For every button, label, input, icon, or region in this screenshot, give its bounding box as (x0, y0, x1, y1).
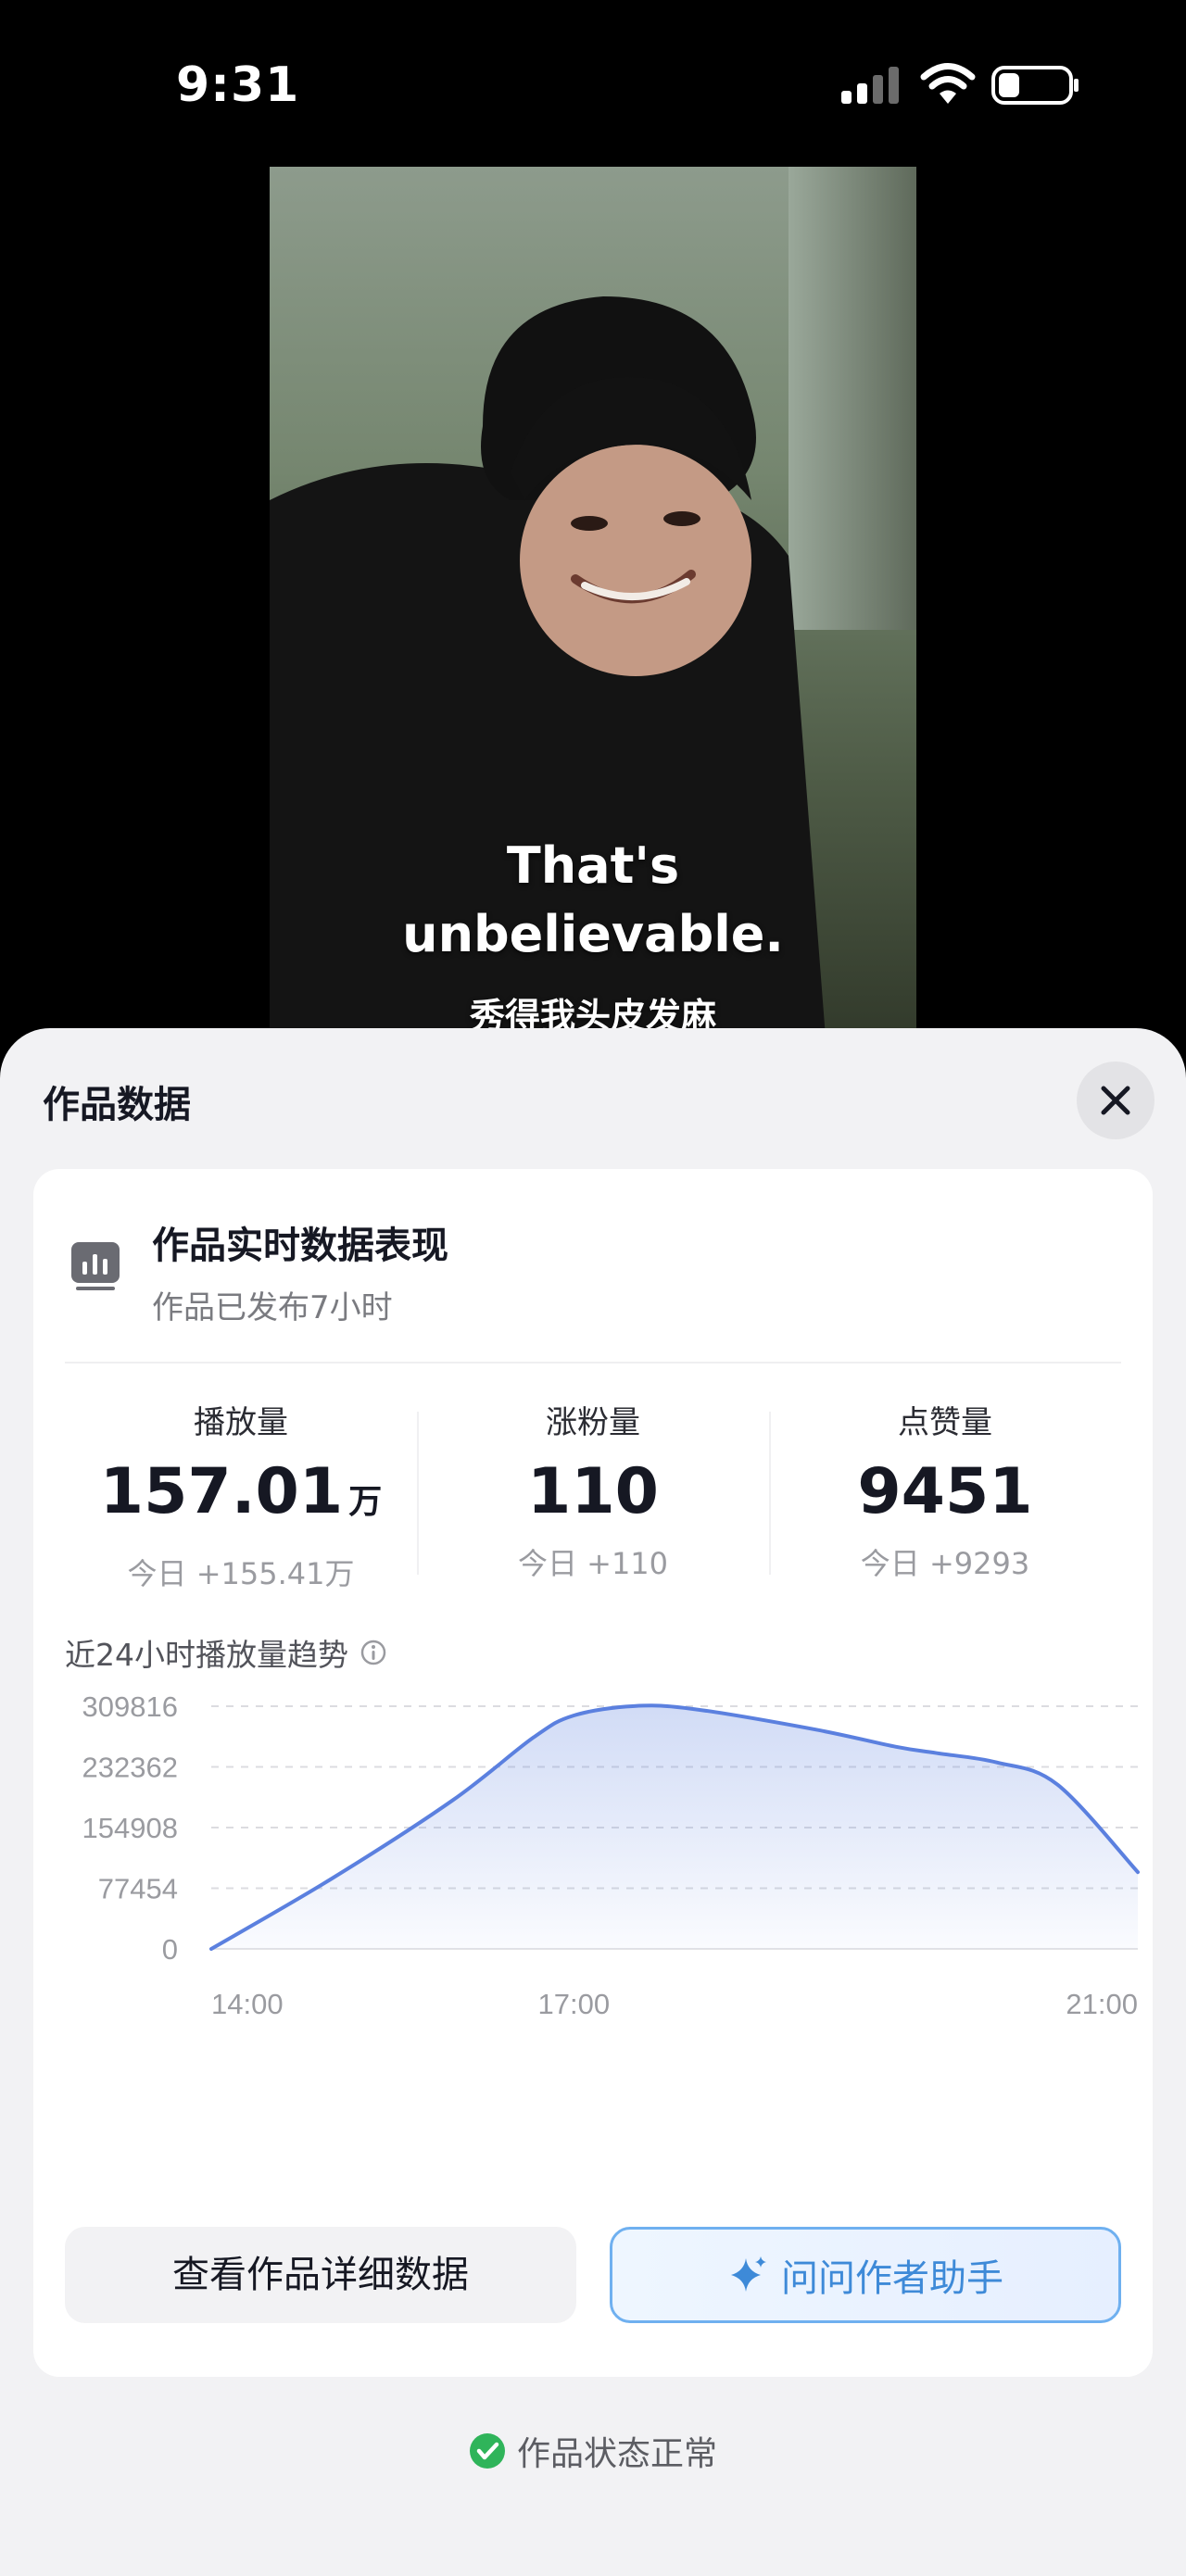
ask-assistant-button[interactable]: 问问作者助手 (610, 2227, 1121, 2323)
caption-line-2: unbelievable. (402, 905, 784, 963)
stats-row: 播放量 157.01 万 今日 +155.41万 涨粉量 110 今日 +110 … (65, 1389, 1121, 1602)
stat-label: 涨粉量 (546, 1404, 640, 1441)
view-details-button[interactable]: 查看作品详细数据 (65, 2227, 576, 2323)
stat-value: 9451 (769, 1455, 1121, 1529)
x-tick-label: 17:00 (538, 1988, 611, 2020)
wifi-icon (920, 63, 976, 104)
y-tick-label: 232362 (82, 1752, 178, 1784)
stat-unit: 万 (348, 1483, 383, 1521)
caption-line-1: That's (506, 836, 680, 895)
stat-today: 今日 +110 (517, 1546, 669, 1581)
signal-icon (841, 67, 899, 104)
y-tick-label: 154908 (82, 1812, 178, 1844)
battery-icon (991, 66, 1079, 105)
stat-number: 9451 (857, 1455, 1033, 1528)
sheet-title: 作品数据 (43, 1084, 191, 1126)
x-tick-label: 14:00 (211, 1988, 284, 2020)
stat-label: 播放量 (194, 1404, 288, 1441)
card-subtitle: 作品已发布7小时 (152, 1289, 393, 1326)
trend-title: 近24小时播放量趋势 (65, 1630, 387, 1675)
ask-assistant-label: 问问作者助手 (781, 2257, 1003, 2300)
trend-title-text: 近24小时播放量趋势 (65, 1637, 348, 1673)
y-tick-label: 77454 (98, 1873, 178, 1905)
status-time: 9:31 (176, 57, 300, 113)
y-tick-label: 309816 (82, 1690, 178, 1723)
close-button[interactable] (1077, 1062, 1154, 1139)
stat-number: 157.01 (99, 1455, 344, 1528)
divider (65, 1362, 1121, 1363)
check-circle-icon (469, 2433, 505, 2469)
stat-plays: 播放量 157.01 万 今日 +155.41万 (65, 1389, 417, 1602)
x-tick-label: 21:00 (1066, 1988, 1138, 2020)
work-status: 作品状态正常 (0, 2427, 1186, 2475)
close-icon (1101, 1086, 1130, 1115)
stat-today: 今日 +9293 (860, 1546, 1030, 1581)
stat-value: 157.01 万 (65, 1455, 417, 1539)
video-preview[interactable]: That's unbelievable. 秀得我头皮发麻 (270, 167, 916, 1037)
trend-chart: 309816 232362 154908 77454 0 14:00 17:00 21:00 (82, 1690, 1140, 2020)
stat-label: 点赞量 (898, 1404, 992, 1441)
work-data-sheet: 作品数据 作品实时数据表现 作品已发布7小时 播放量 157.01 万 今日 +1… (0, 1028, 1186, 2576)
stat-number: 110 (527, 1455, 659, 1528)
stat-value: 110 (417, 1455, 769, 1529)
status-bar: 9:31 (0, 0, 1186, 167)
stat-followers: 涨粉量 110 今日 +110 (417, 1389, 769, 1602)
card-title: 作品实时数据表现 (152, 1225, 448, 1267)
stat-today: 今日 +155.41万 (127, 1556, 355, 1591)
work-status-text: 作品状态正常 (516, 2435, 717, 2473)
sparkle-icon (731, 2256, 766, 2292)
stat-likes: 点赞量 9451 今日 +9293 (769, 1389, 1121, 1602)
info-icon[interactable] (360, 1639, 387, 1666)
chart-icon (71, 1242, 120, 1290)
realtime-data-card: 作品实时数据表现 作品已发布7小时 播放量 157.01 万 今日 +155.41… (33, 1169, 1153, 2377)
y-tick-label: 0 (162, 1933, 178, 1966)
